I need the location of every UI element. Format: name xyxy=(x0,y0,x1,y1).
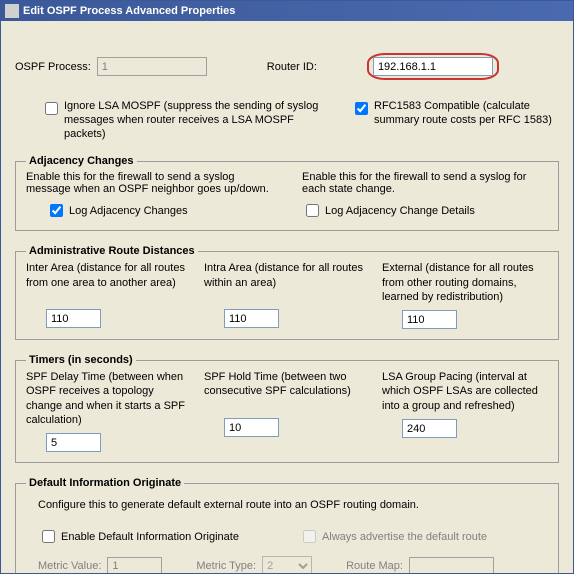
route-map-label: Route Map: xyxy=(346,560,403,572)
log-adjacency-details-checkbox[interactable] xyxy=(306,204,319,217)
log-adjacency-checkbox[interactable] xyxy=(50,204,63,217)
window-title: Edit OSPF Process Advanced Properties xyxy=(23,5,235,17)
spf-delay-desc: SPF Delay Time (between when OSPF receiv… xyxy=(26,370,192,427)
spf-hold-input[interactable] xyxy=(224,418,279,437)
app-icon xyxy=(5,4,19,18)
spf-delay-input[interactable] xyxy=(46,433,101,452)
inter-area-input[interactable] xyxy=(46,309,101,328)
enable-default-label: Enable Default Information Originate xyxy=(61,531,239,543)
intra-area-input[interactable] xyxy=(224,309,279,328)
default-info-legend: Default Information Originate xyxy=(26,477,184,489)
adjacency-group: Adjacency Changes Enable this for the fi… xyxy=(15,155,559,231)
router-id-input[interactable] xyxy=(373,57,493,76)
ospf-process-label: OSPF Process: xyxy=(15,61,91,73)
rfc1583-label: RFC1583 Compatible (calculate summary ro… xyxy=(374,100,559,128)
log-adjacency-wrap: Log Adjacency Changes xyxy=(46,201,272,220)
default-info-group: Default Information Originate Configure … xyxy=(15,477,559,574)
top-row: OSPF Process: Router ID: xyxy=(15,53,559,80)
adjacency-right-desc: Enable this for the firewall to send a s… xyxy=(302,171,548,195)
enable-default-checkbox[interactable] xyxy=(42,530,55,543)
ospf-process-input xyxy=(97,57,207,76)
always-advertise-label: Always advertise the default route xyxy=(322,531,487,543)
default-info-config-text: Configure this to generate default exter… xyxy=(38,499,548,511)
router-id-highlight xyxy=(367,53,499,80)
metric-type-label: Metric Type: xyxy=(196,560,256,572)
rfc1583-wrap: RFC1583 Compatible (calculate summary ro… xyxy=(355,100,559,141)
always-advertise-wrap: Always advertise the default route xyxy=(299,527,487,546)
content-area: OSPF Process: Router ID: Ignore LSA MOSP… xyxy=(1,21,573,574)
external-desc: External (distance for all routes from o… xyxy=(382,261,548,304)
ignore-mospf-checkbox[interactable] xyxy=(45,102,58,115)
admin-legend: Administrative Route Distances xyxy=(26,245,198,257)
lsa-group-desc: LSA Group Pacing (interval at which OSPF… xyxy=(382,370,548,413)
adjacency-legend: Adjacency Changes xyxy=(26,155,137,167)
lsa-group-input[interactable] xyxy=(402,419,457,438)
rfc1583-checkbox[interactable] xyxy=(355,102,368,115)
adjacency-left-desc: Enable this for the firewall to send a s… xyxy=(26,171,272,195)
ignore-mospf-wrap: Ignore LSA MOSPF (suppress the sending o… xyxy=(45,100,325,141)
log-adjacency-details-wrap: Log Adjacency Change Details xyxy=(302,201,548,220)
ospf-advanced-window: Edit OSPF Process Advanced Properties OS… xyxy=(0,0,574,574)
timers-legend: Timers (in seconds) xyxy=(26,354,136,366)
metric-type-select: 2 xyxy=(262,556,312,574)
router-id-label: Router ID: xyxy=(267,61,317,73)
flags-row: Ignore LSA MOSPF (suppress the sending o… xyxy=(15,100,559,141)
inter-area-desc: Inter Area (distance for all routes from… xyxy=(26,261,192,303)
metric-value-input xyxy=(107,557,162,574)
external-input[interactable] xyxy=(402,310,457,329)
spf-hold-desc: SPF Hold Time (between two consecutive S… xyxy=(204,370,370,412)
route-map-input xyxy=(409,557,494,574)
intra-area-desc: Intra Area (distance for all routes with… xyxy=(204,261,370,303)
admin-distances-group: Administrative Route Distances Inter Are… xyxy=(15,245,559,340)
timers-group: Timers (in seconds) SPF Delay Time (betw… xyxy=(15,354,559,463)
log-adjacency-details-label: Log Adjacency Change Details xyxy=(325,205,475,217)
always-advertise-checkbox xyxy=(303,530,316,543)
metric-value-label: Metric Value: xyxy=(38,560,101,572)
enable-default-wrap: Enable Default Information Originate xyxy=(38,527,239,546)
log-adjacency-label: Log Adjacency Changes xyxy=(69,205,188,217)
titlebar: Edit OSPF Process Advanced Properties xyxy=(1,1,573,21)
ignore-mospf-label: Ignore LSA MOSPF (suppress the sending o… xyxy=(64,100,325,141)
